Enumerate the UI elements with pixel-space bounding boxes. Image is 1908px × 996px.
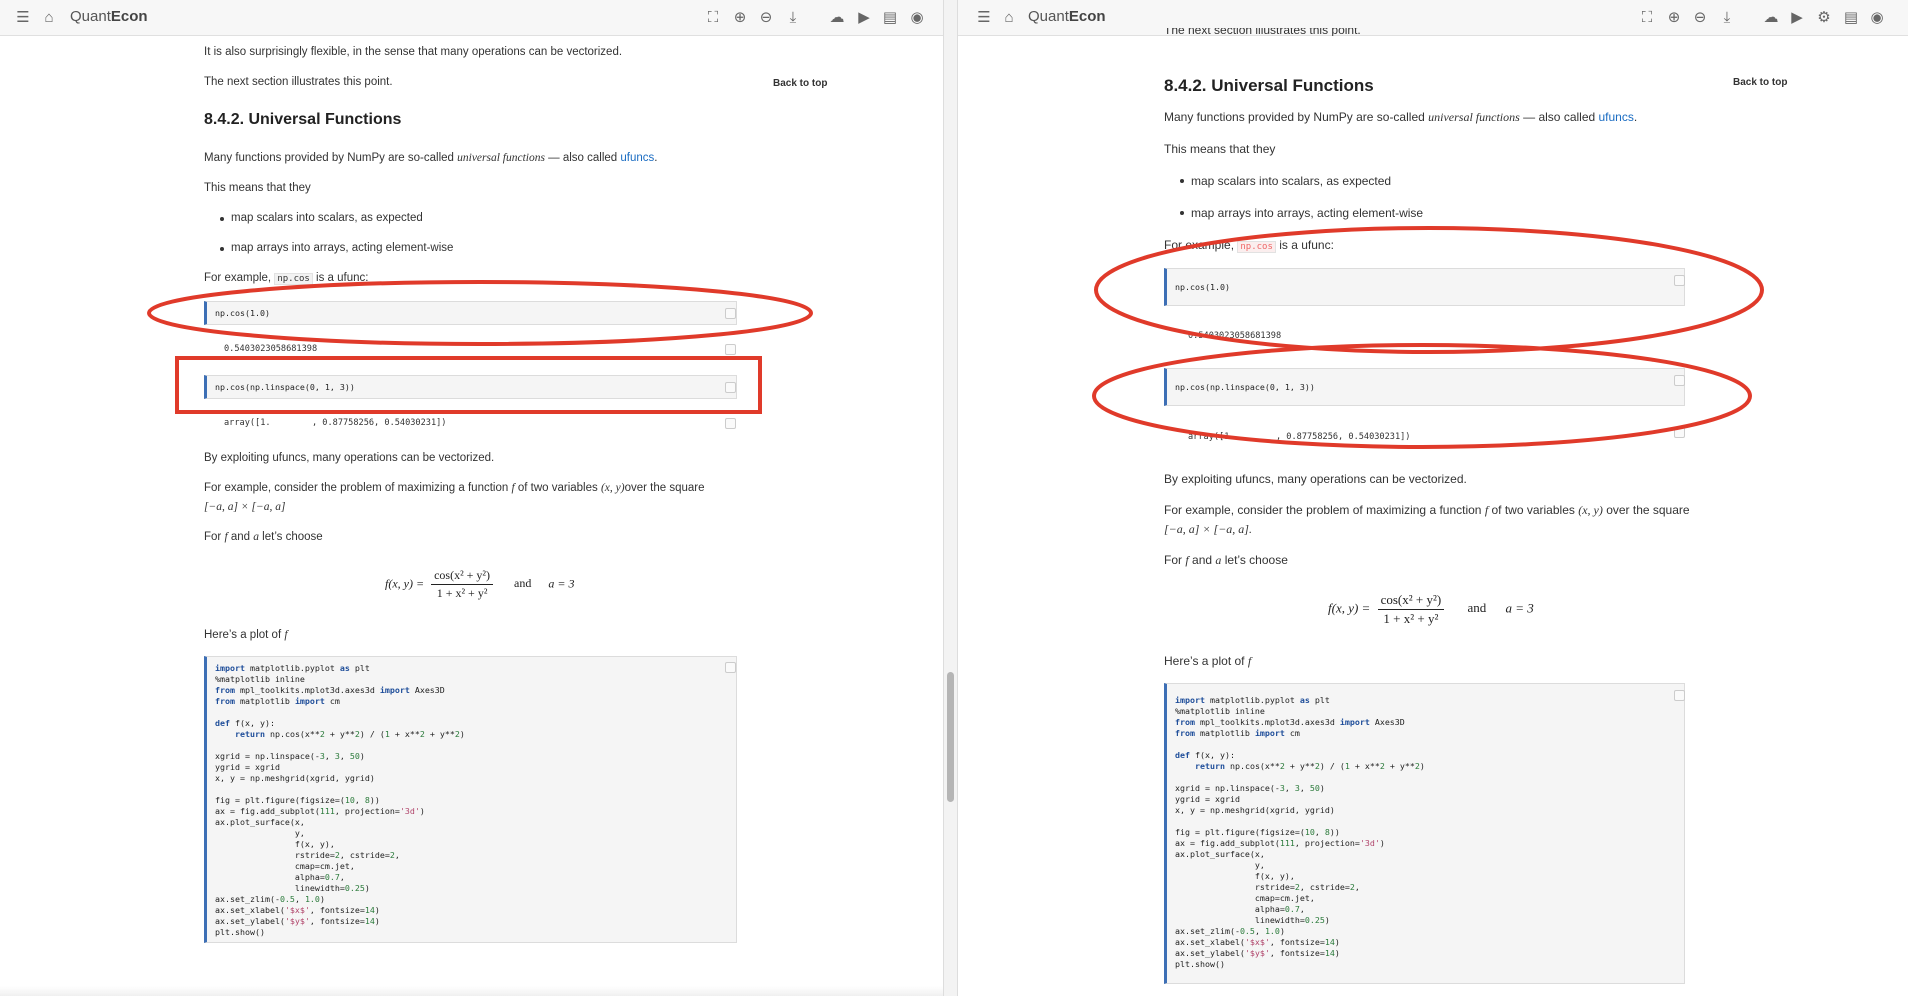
pane-divider[interactable] — [943, 0, 958, 996]
right-pane: ☰ ⌂ QuantEcon ⛶ ⊕ ⊖ ⤓ ☁ ▶ ⚙ ▤ ◉ The next… — [958, 0, 1908, 996]
left-pane: ☰ ⌂ QuantEcon ⛶ ⊕ ⊖ ⤓ ☁ ▶ ▤ ◉ It is also… — [0, 0, 943, 996]
annotation-ellipse — [147, 280, 813, 346]
annotation-ellipse — [1094, 226, 1764, 354]
annotation-overlay — [1092, 226, 1764, 449]
annotation-ellipse — [1092, 343, 1752, 449]
annotation-overlay — [147, 280, 813, 414]
annotation-rectangle — [175, 356, 762, 414]
scrollbar-thumb[interactable] — [947, 672, 954, 802]
